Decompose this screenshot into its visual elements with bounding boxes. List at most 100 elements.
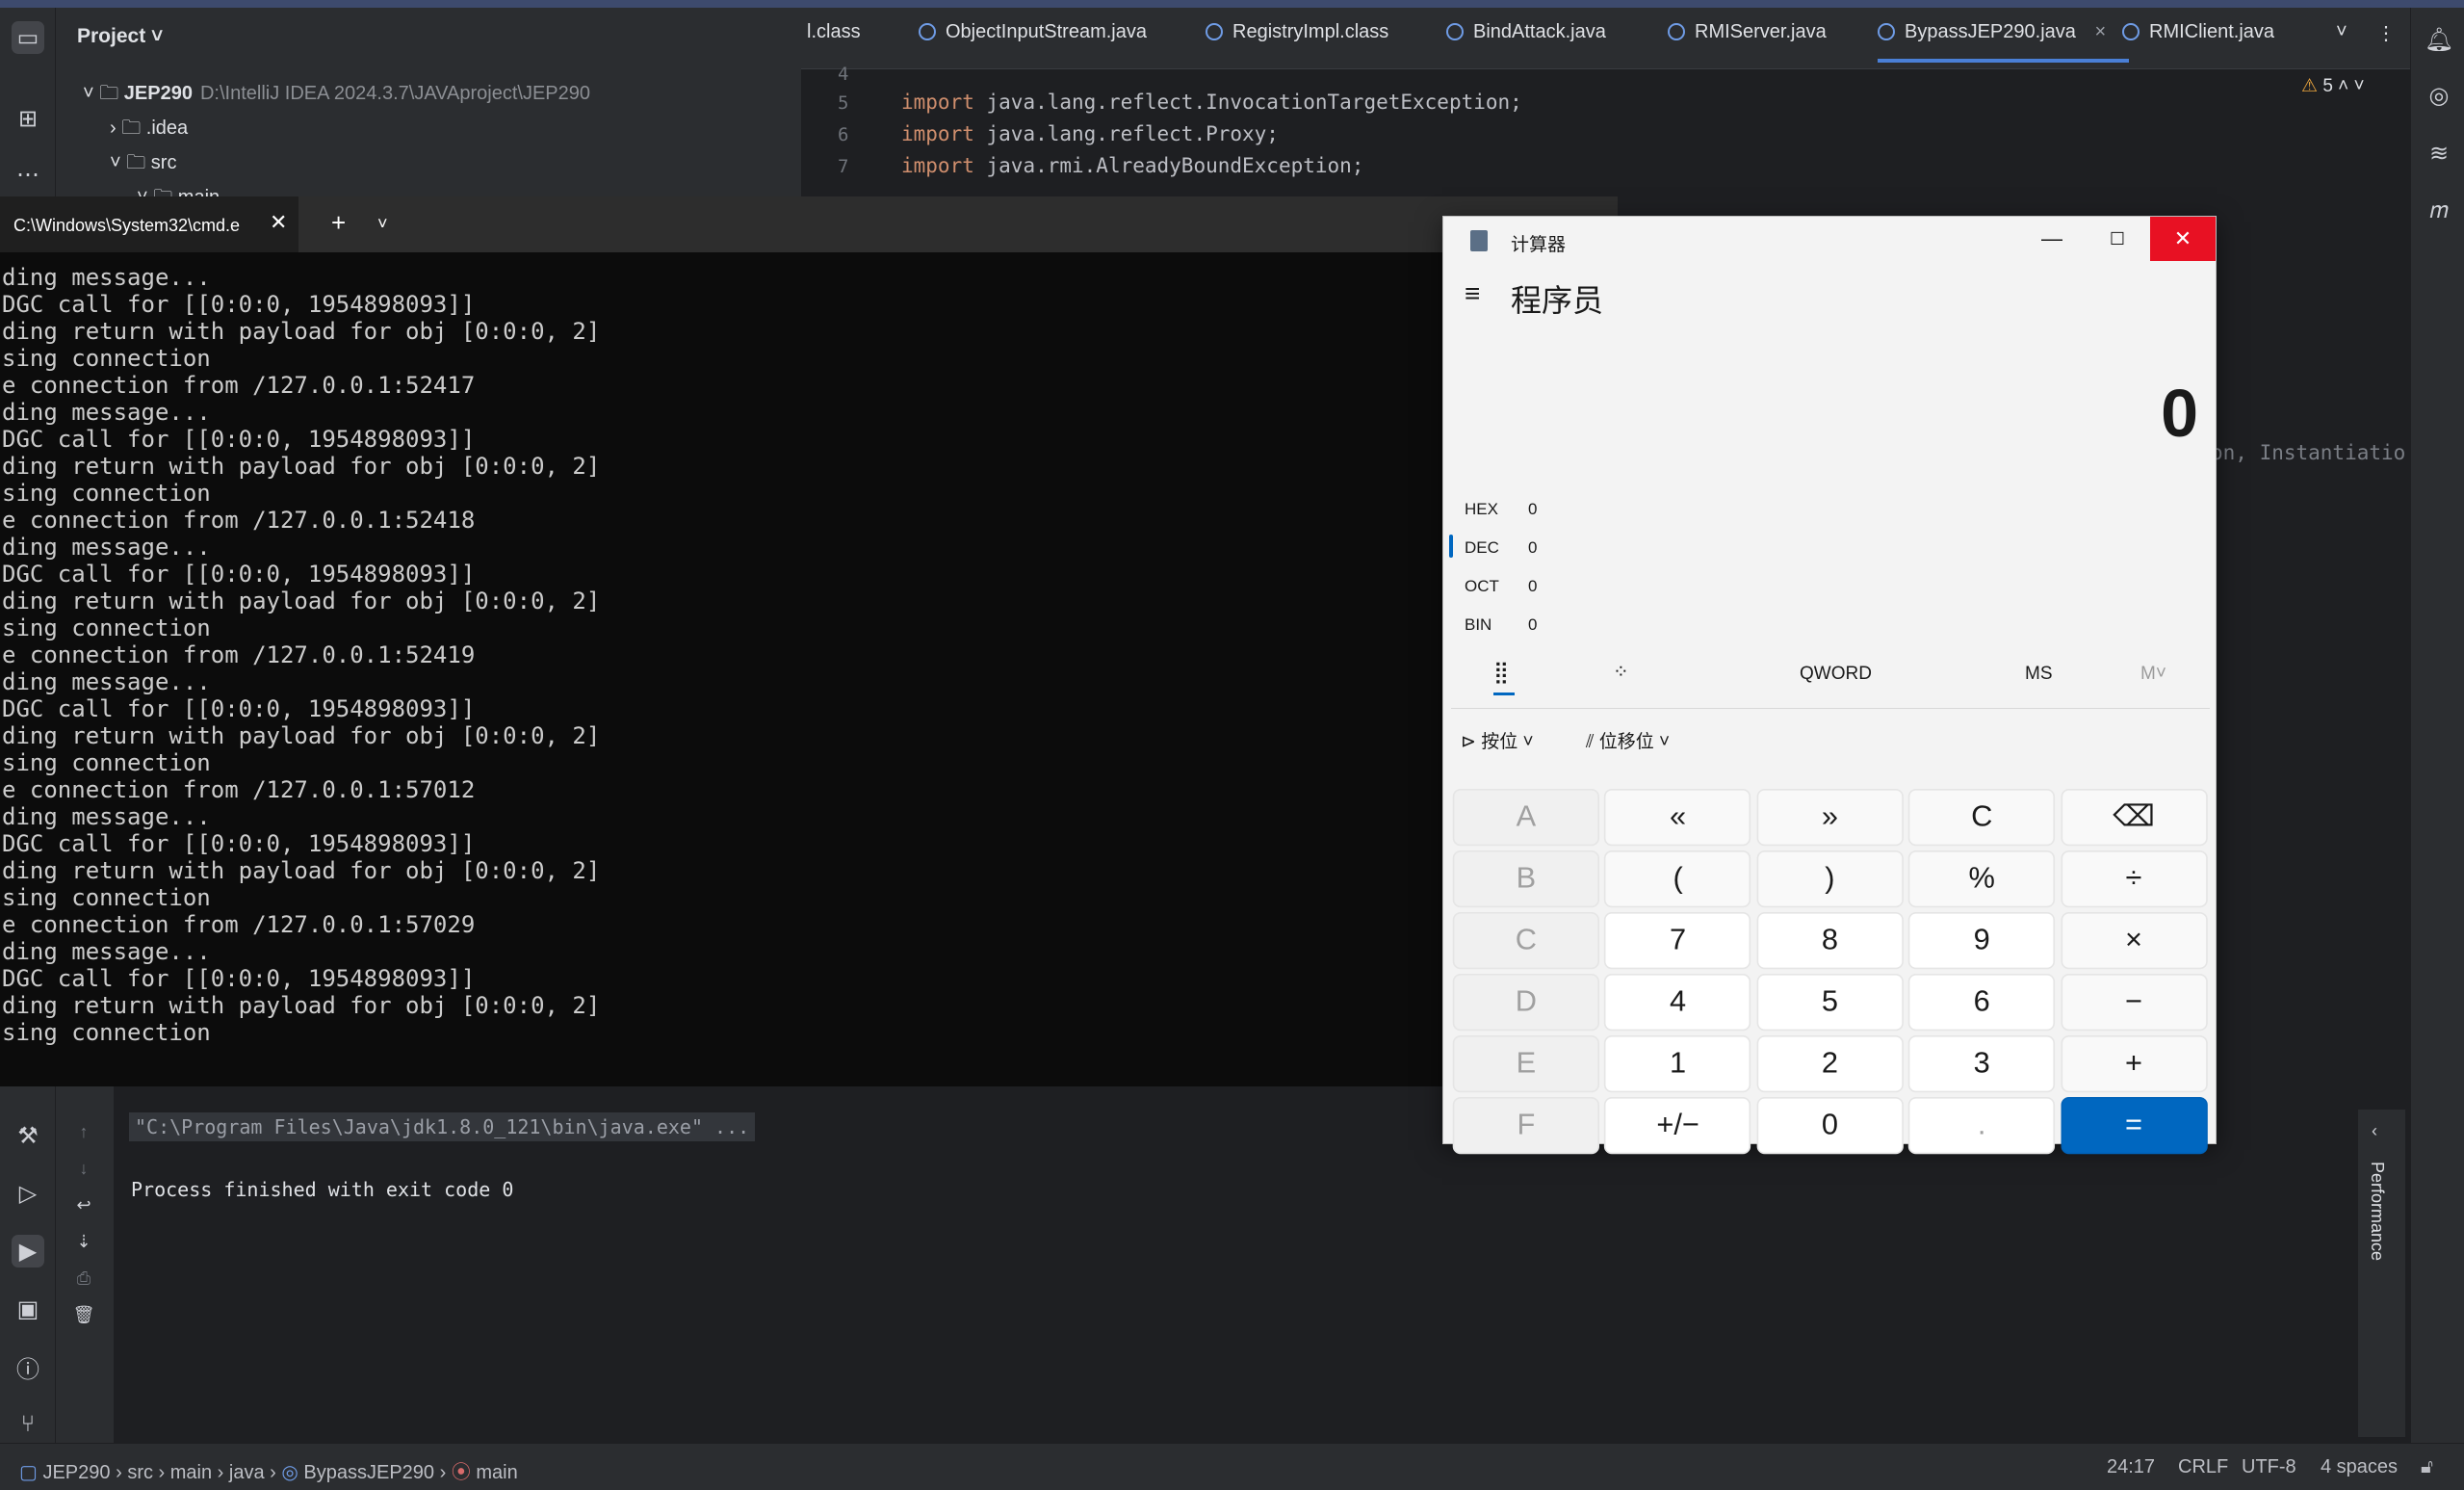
backspace-button[interactable]: ⌫: [2060, 789, 2208, 847]
breadcrumb-item[interactable]: main: [476, 1462, 517, 1483]
key-c[interactable]: C: [1452, 912, 1599, 970]
cmd-output-line: sing connection: [2, 480, 211, 507]
cmd-output-line: ding message...: [2, 534, 211, 561]
tree-root[interactable]: ˅ 🗀︎ JEP290 D:\IntelliJ IDEA 2024.3.7\JAV…: [83, 79, 590, 112]
cmd-output-line: ding message...: [2, 399, 211, 426]
line-number: 5: [838, 92, 849, 114]
digit-6-button[interactable]: 6: [1908, 974, 2056, 1032]
cmd-output-line: ding return with payload for obj [0:0:0,…: [2, 588, 601, 614]
cmd-console[interactable]: ding message... DGC call for [[0:0:0, 195…: [0, 252, 1444, 1086]
close-tab-icon[interactable]: ✕: [270, 210, 287, 235]
shift-right-button[interactable]: »: [1756, 789, 1904, 847]
key-e[interactable]: E: [1452, 1035, 1599, 1093]
soft-wrap-icon[interactable]: ↩: [67, 1189, 100, 1221]
tree-item-label: src: [150, 152, 177, 173]
cmd-output-line: sing connection: [2, 749, 211, 776]
git-icon[interactable]: ⑂: [12, 1408, 44, 1441]
tree-item-src[interactable]: ˅ 🗀︎ src: [110, 148, 176, 181]
line-ending[interactable]: CRLF: [2178, 1456, 2228, 1478]
run-command-line: "C:\Program Files\Java\jdk1.8.0_121\bin\…: [129, 1112, 756, 1141]
class-icon: ◎: [281, 1462, 298, 1483]
cursor-position[interactable]: 24:17: [2107, 1456, 2155, 1478]
cmd-output-line: e connection from /127.0.0.1:52418: [2, 507, 476, 534]
scroll-to-end-icon[interactable]: ⇣: [67, 1225, 100, 1258]
open-paren-button[interactable]: (: [1604, 850, 1751, 908]
breadcrumb: ▢ JEP290 › src › main › java › ◎ BypassJ…: [19, 1462, 518, 1483]
more-icon[interactable]: ⋯: [12, 158, 44, 191]
services-icon[interactable]: ▷: [12, 1177, 44, 1210]
clear-button[interactable]: C: [1908, 789, 2056, 847]
tree-item-idea[interactable]: › 🗀︎ .idea: [110, 114, 188, 146]
key-d[interactable]: D: [1452, 974, 1599, 1032]
equals-button[interactable]: =: [2060, 1097, 2208, 1155]
run-exit-message: Process finished with exit code 0: [131, 1178, 514, 1201]
breadcrumb-item[interactable]: main: [170, 1462, 212, 1483]
digit-4-button[interactable]: 4: [1604, 974, 1751, 1032]
indent-setting[interactable]: 4 spaces: [2321, 1456, 2398, 1478]
trash-icon[interactable]: 🗑︎: [67, 1298, 100, 1331]
breadcrumb-item[interactable]: JEP290: [42, 1462, 110, 1483]
code-line: import java.lang.reflect.InvocationTarge…: [901, 91, 1522, 114]
tree-item-main[interactable]: ˅ 🗀︎ main: [137, 183, 220, 196]
project-panel: Project ˅ ˅ 🗀︎ JEP290 D:\IntelliJ IDEA 20…: [56, 8, 801, 196]
multiply-button[interactable]: ×: [2060, 912, 2208, 970]
tab-l-class[interactable]: l.class: [807, 21, 861, 43]
cmd-output-line: DGC call for [[0:0:0, 1954898093]]: [2, 695, 476, 722]
digit-5-button[interactable]: 5: [1756, 974, 1904, 1032]
close-paren-button[interactable]: ): [1756, 850, 1904, 908]
cmd-output-line: ding return with payload for obj [0:0:0,…: [2, 992, 601, 1019]
terminal-icon[interactable]: ▣: [12, 1293, 44, 1325]
breadcrumb-item[interactable]: src: [127, 1462, 153, 1483]
problems-icon[interactable]: ⓘ: [12, 1350, 44, 1383]
new-tab-icon[interactable]: +: [331, 208, 346, 238]
cmd-output-line: ding return with payload for obj [0:0:0,…: [2, 453, 601, 480]
cmd-output-line: ding message...: [2, 264, 211, 291]
modulo-button[interactable]: %: [1908, 850, 2056, 908]
digit-0-button[interactable]: 0: [1756, 1097, 1904, 1155]
build-icon[interactable]: ⚒: [12, 1119, 44, 1152]
divide-button[interactable]: ÷: [2060, 850, 2208, 908]
structure-icon[interactable]: ⊞: [12, 102, 44, 135]
lock-icon[interactable]: 🔓︎: [2421, 1456, 2433, 1478]
decimal-button[interactable]: .: [1908, 1097, 2056, 1155]
negate-button[interactable]: +/−: [1604, 1097, 1751, 1155]
project-panel-title[interactable]: Project ˅: [77, 25, 163, 48]
run-toolbar: ↑ ↓ ↩ ⇣ ⎙ 🗑︎: [56, 1086, 114, 1443]
root-name: JEP290: [123, 83, 193, 104]
plus-button[interactable]: +: [2060, 1035, 2208, 1093]
file-encoding[interactable]: UTF-8: [2242, 1456, 2296, 1478]
digit-8-button[interactable]: 8: [1756, 912, 1904, 970]
key-b[interactable]: B: [1452, 850, 1599, 908]
cmd-output-line: sing connection: [2, 1019, 211, 1046]
minus-button[interactable]: −: [2060, 974, 2208, 1032]
digit-1-button[interactable]: 1: [1604, 1035, 1751, 1093]
tab-registryimpl[interactable]: RegistryImpl.class: [1206, 21, 1388, 43]
digit-3-button[interactable]: 3: [1908, 1035, 2056, 1093]
down-arrow-icon[interactable]: ↓: [67, 1152, 100, 1185]
method-icon: ⦿: [451, 1462, 471, 1483]
import-path: java.lang.reflect.Proxy;: [986, 122, 1279, 145]
breadcrumb-item[interactable]: BypassJEP290: [303, 1462, 434, 1483]
up-arrow-icon[interactable]: ↑: [67, 1115, 100, 1148]
folder-icon[interactable]: ▭: [12, 21, 44, 54]
digit-7-button[interactable]: 7: [1604, 912, 1751, 970]
tab-objectinputstream[interactable]: ObjectInputStream.java: [919, 21, 1147, 43]
module-icon: ▢: [19, 1462, 38, 1483]
print-icon[interactable]: ⎙: [67, 1262, 100, 1294]
digit-2-button[interactable]: 2: [1756, 1035, 1904, 1093]
cmd-output-line: sing connection: [2, 884, 211, 911]
run-icon[interactable]: ▶: [12, 1235, 44, 1268]
cmd-output-line: ding return with payload for obj [0:0:0,…: [2, 318, 601, 345]
key-a[interactable]: A: [1452, 789, 1599, 847]
chevron-down-icon[interactable]: ˅: [377, 214, 388, 234]
keyword: import: [901, 154, 974, 177]
tab-label: RegistryImpl.class: [1232, 21, 1389, 42]
cmd-output-line: ding return with payload for obj [0:0:0,…: [2, 722, 601, 749]
shift-left-button[interactable]: «: [1604, 789, 1751, 847]
keyword: import: [901, 91, 974, 114]
cmd-output-line: DGC call for [[0:0:0, 1954898093]]: [2, 426, 476, 453]
key-f[interactable]: F: [1452, 1097, 1599, 1155]
digit-9-button[interactable]: 9: [1908, 912, 2056, 970]
breadcrumb-item[interactable]: java: [229, 1462, 265, 1483]
cmd-output-line: DGC call for [[0:0:0, 1954898093]]: [2, 561, 476, 588]
